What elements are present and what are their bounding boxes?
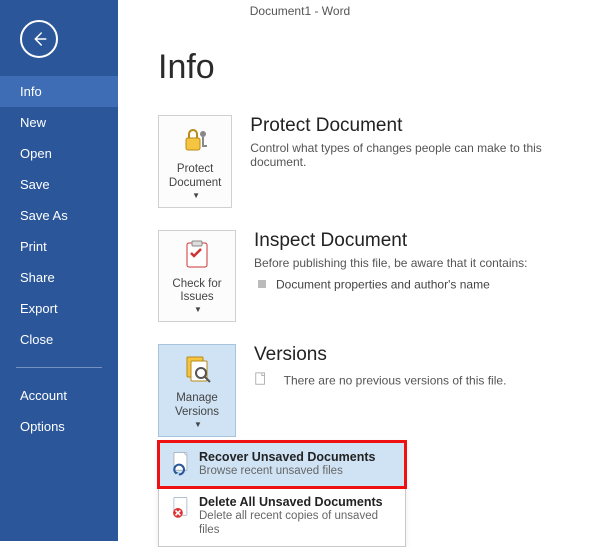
main: Info Protect Document▼ Protect Document … [118,0,600,541]
manage-versions-button[interactable]: Manage Versions▼ [158,344,236,437]
menu-item-title: Recover Unsaved Documents [199,450,375,464]
section-inspect: Check for Issues▼ Inspect Document Befor… [158,230,582,323]
chevron-down-icon: ▼ [192,191,200,200]
versions-none-text: There are no previous versions of this f… [284,374,507,388]
sidebar-item-share[interactable]: Share [0,262,118,293]
tile-label: Protect Document [163,163,227,191]
inspect-desc: Before publishing this file, be aware th… [254,256,528,270]
back-button[interactable] [20,20,58,58]
arrow-left-icon [30,30,48,48]
document-icon [254,372,270,389]
inspect-item: Document properties and author's name [276,277,490,291]
chevron-down-icon: ▼ [194,420,202,429]
protect-document-button[interactable]: Protect Document▼ [158,115,232,208]
sidebar-separator [16,367,102,368]
recover-unsaved-documents-item[interactable]: Recover Unsaved DocumentsBrowse recent u… [159,442,405,487]
sidebar-item-close[interactable]: Close [0,324,118,355]
manage-versions-menu: Recover Unsaved DocumentsBrowse recent u… [158,441,406,547]
sidebar-item-print[interactable]: Print [0,231,118,262]
page-title: Info [158,48,582,87]
sidebar-item-save-as[interactable]: Save As [0,200,118,231]
sidebar-item-info[interactable]: Info [0,76,118,107]
inspect-heading: Inspect Document [254,230,528,252]
sidebar: Info New Open Save Save As Print Share E… [0,0,118,541]
protect-heading: Protect Document [250,115,582,137]
delete-all-unsaved-documents-item[interactable]: Delete All Unsaved DocumentsDelete all r… [159,487,405,546]
section-versions: Manage Versions▼ Recover Unsaved Documen… [158,344,582,441]
document-delete-icon [169,495,199,524]
check-for-issues-button[interactable]: Check for Issues▼ [158,230,236,323]
sidebar-item-options[interactable]: Options [0,411,118,442]
sidebar-item-new[interactable]: New [0,107,118,138]
menu-item-title: Delete All Unsaved Documents [199,495,395,509]
document-recover-icon [169,450,199,479]
sidebar-item-account[interactable]: Account [0,380,118,411]
sidebar-item-open[interactable]: Open [0,138,118,169]
document-stack-magnify-icon [181,353,213,385]
menu-item-desc: Browse recent unsaved files [199,464,375,478]
tile-label: Check for Issues [163,278,231,306]
versions-heading: Versions [254,344,506,366]
menu-item-desc: Delete all recent copies of unsaved file… [199,509,395,538]
section-protect: Protect Document▼ Protect Document Contr… [158,115,582,208]
chevron-down-icon: ▼ [194,305,202,314]
bullet-icon [258,280,266,288]
sidebar-item-export[interactable]: Export [0,293,118,324]
sidebar-item-save[interactable]: Save [0,169,118,200]
tile-label: Manage Versions [163,392,231,420]
checklist-icon [181,239,213,271]
protect-desc: Control what types of changes people can… [250,141,582,169]
lock-key-icon [179,124,211,156]
